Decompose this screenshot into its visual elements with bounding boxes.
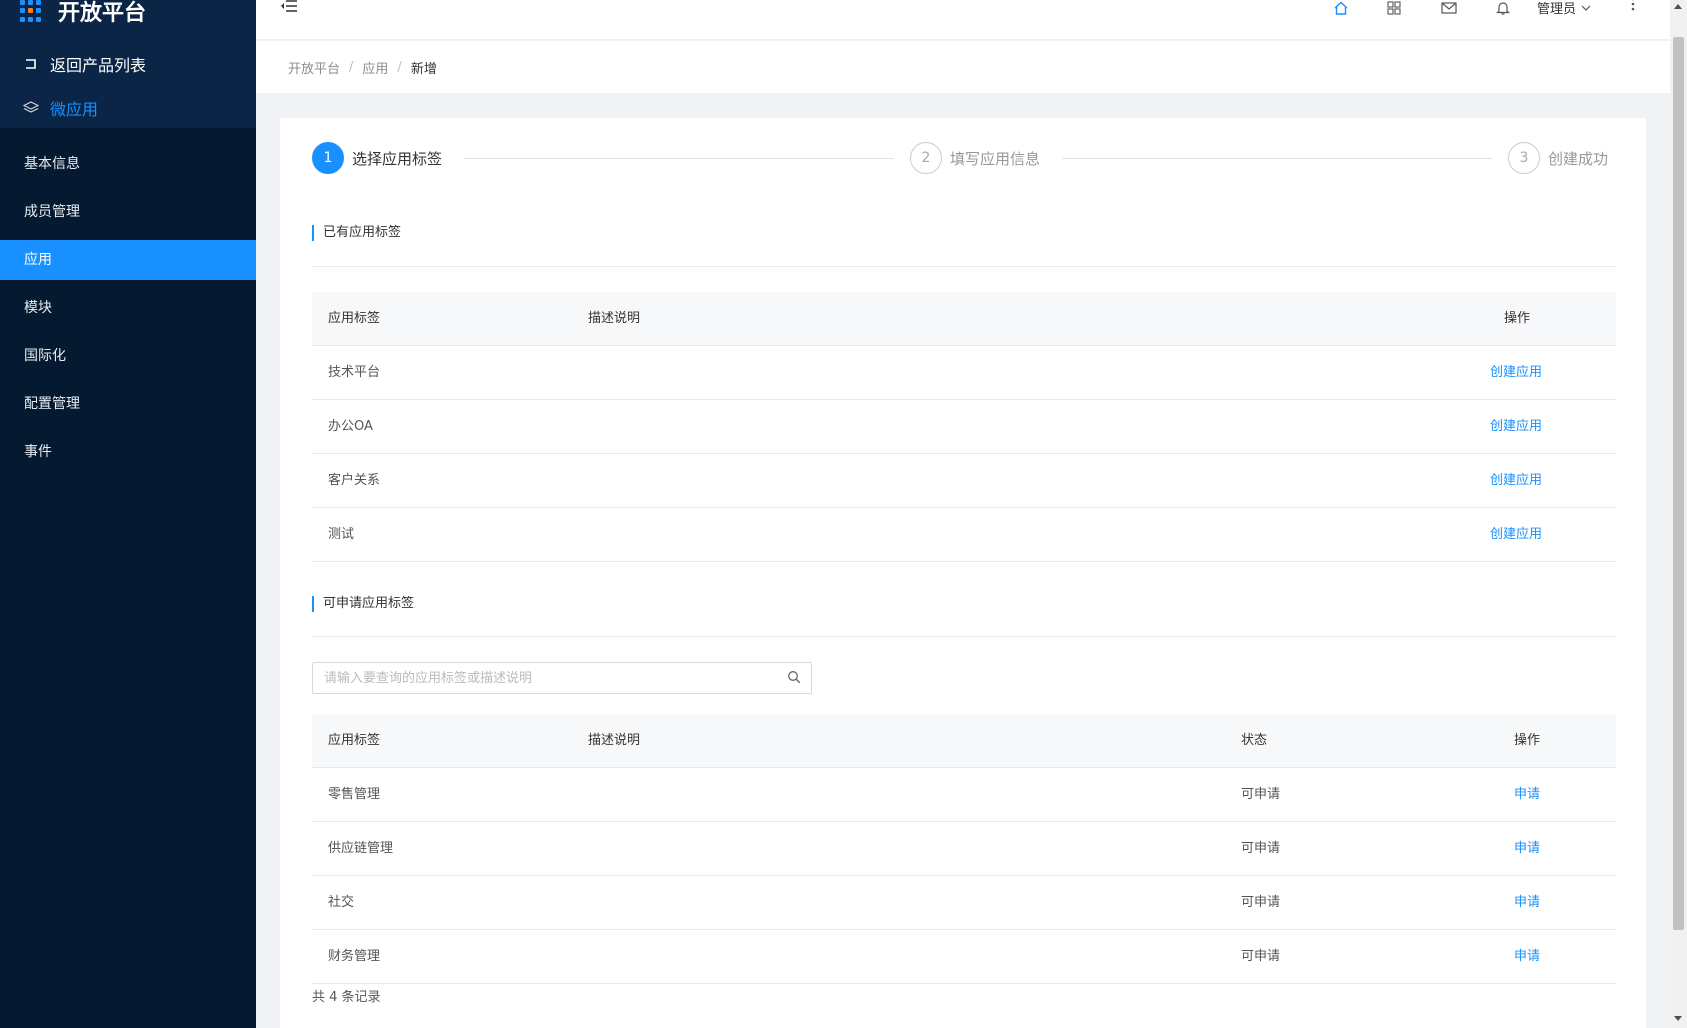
main-card: 1 选择应用标签 2 填写应用信息 3 创建成功 已有应用标签 应用标签 描述说… xyxy=(280,118,1646,1028)
available-tags-title: 可申请应用标签 xyxy=(312,596,414,612)
step-1-number: 1 xyxy=(312,142,344,174)
col-status-header: 状态 xyxy=(1241,733,1268,748)
table-row: 客户关系 创建应用 xyxy=(312,454,1616,508)
scroll-up-arrow-icon[interactable] xyxy=(1674,4,1682,9)
scroll-down-arrow-icon[interactable] xyxy=(1674,1016,1682,1021)
table-row: 供应链管理 可申请 申请 xyxy=(312,822,1616,876)
apply-link[interactable]: 申请 xyxy=(1514,822,1540,876)
step-2-title: 填写应用信息 xyxy=(950,149,1041,168)
existing-tags-table: 应用标签 描述说明 操作 技术平台 创建应用 办公OA 创建应用 客户关系 创建… xyxy=(312,292,1616,562)
col-action-header: 操作 xyxy=(1504,311,1531,326)
section-divider xyxy=(312,636,1616,637)
table-header: 应用标签 描述说明 操作 xyxy=(312,292,1616,346)
steps: 1 选择应用标签 2 填写应用信息 3 创建成功 xyxy=(312,142,1616,176)
row-tag: 社交 xyxy=(328,895,355,910)
tag-search-box[interactable] xyxy=(312,662,812,694)
micro-app-link[interactable]: 微应用 xyxy=(22,96,98,120)
row-status: 可申请 xyxy=(1241,949,1281,964)
breadcrumb-item-apps[interactable]: 应用 xyxy=(362,58,388,77)
sidebar-item-basic-info[interactable]: 基本信息 xyxy=(0,144,256,184)
col-desc-header: 描述说明 xyxy=(588,311,641,326)
top-header: 管理员 xyxy=(256,0,1670,40)
user-menu[interactable]: 管理员 xyxy=(1537,0,1591,17)
available-tags-table: 应用标签 描述说明 状态 操作 零售管理 可申请 申请 供应链管理 可申请 申请… xyxy=(312,714,1616,984)
create-app-link[interactable]: 创建应用 xyxy=(1490,346,1542,400)
apply-link[interactable]: 申请 xyxy=(1514,930,1540,984)
table-row: 零售管理 可申请 申请 xyxy=(312,768,1616,822)
row-tag: 供应链管理 xyxy=(328,841,394,856)
table-row: 技术平台 创建应用 xyxy=(312,346,1616,400)
page-scrollbar[interactable] xyxy=(1670,0,1687,1028)
app-title: 开放平台 xyxy=(58,1,147,26)
sidebar-item-events[interactable]: 事件 xyxy=(0,432,256,472)
table-row: 办公OA 创建应用 xyxy=(312,400,1616,454)
scrollbar-thumb[interactable] xyxy=(1673,37,1684,930)
logo-grid-icon xyxy=(20,0,42,22)
sidebar-item-members[interactable]: 成员管理 xyxy=(0,192,256,232)
chevron-down-icon xyxy=(1581,5,1591,11)
more-vertical-icon[interactable] xyxy=(1631,0,1635,15)
col-desc-header: 描述说明 xyxy=(588,733,641,748)
breadcrumb-item-current: 新增 xyxy=(410,61,437,77)
row-tag: 财务管理 xyxy=(328,949,381,964)
create-app-link[interactable]: 创建应用 xyxy=(1490,508,1542,562)
step-connector xyxy=(1062,158,1492,159)
sidebar: 开放平台 返回产品列表 微应用 基本信息 成员管理 应用 模块 国际化 配置管理… xyxy=(0,0,256,1028)
col-tag-header: 应用标签 xyxy=(328,733,381,748)
step-2-number: 2 xyxy=(910,142,942,174)
sidebar-menu: 基本信息 成员管理 应用 模块 国际化 配置管理 事件 xyxy=(0,144,256,480)
row-tag: 测试 xyxy=(328,527,355,542)
sidebar-item-config[interactable]: 配置管理 xyxy=(0,384,256,424)
step-1: 1 选择应用标签 xyxy=(312,142,457,174)
user-name: 管理员 xyxy=(1537,2,1577,17)
tag-search-input[interactable] xyxy=(313,663,773,693)
logo[interactable]: 开放平台 xyxy=(20,0,146,26)
step-1-title: 选择应用标签 xyxy=(352,149,443,168)
table-row: 测试 创建应用 xyxy=(312,508,1616,562)
sidebar-item-i18n[interactable]: 国际化 xyxy=(0,336,256,376)
apply-link[interactable]: 申请 xyxy=(1514,768,1540,822)
create-app-link[interactable]: 创建应用 xyxy=(1490,400,1542,454)
home-icon[interactable] xyxy=(1333,0,1349,17)
apps-grid-icon[interactable] xyxy=(1387,0,1401,17)
table-row: 社交 可申请 申请 xyxy=(312,876,1616,930)
table-header: 应用标签 描述说明 状态 操作 xyxy=(312,714,1616,768)
apply-link[interactable]: 申请 xyxy=(1514,876,1540,930)
step-3-title: 创建成功 xyxy=(1548,149,1609,168)
back-to-products-link[interactable]: 返回产品列表 xyxy=(22,52,146,76)
row-tag: 技术平台 xyxy=(328,365,381,380)
col-action-header: 操作 xyxy=(1514,733,1541,748)
table-row: 财务管理 可申请 申请 xyxy=(312,930,1616,984)
breadcrumb-separator: / xyxy=(349,59,354,75)
create-app-link[interactable]: 创建应用 xyxy=(1490,454,1542,508)
total-records: 共 4 条记录 xyxy=(312,990,381,1005)
col-tag-header: 应用标签 xyxy=(328,311,381,326)
return-icon xyxy=(22,57,40,71)
step-connector xyxy=(464,158,894,159)
breadcrumb-separator: / xyxy=(397,59,402,75)
row-tag: 零售管理 xyxy=(328,787,381,802)
sidebar-header: 开放平台 返回产品列表 微应用 xyxy=(0,0,256,128)
step-3: 3 创建成功 xyxy=(1508,142,1609,174)
sidebar-item-apps[interactable]: 应用 xyxy=(0,240,256,280)
search-icon[interactable] xyxy=(787,670,801,688)
sidebar-item-modules[interactable]: 模块 xyxy=(0,288,256,328)
row-tag: 办公OA xyxy=(328,419,373,434)
section-divider xyxy=(312,266,1616,267)
bell-icon[interactable] xyxy=(1496,0,1510,17)
row-status: 可申请 xyxy=(1241,841,1281,856)
mail-icon[interactable] xyxy=(1441,0,1457,17)
menu-collapse-icon[interactable] xyxy=(280,0,298,17)
breadcrumb: 开放平台 / 应用 / 新增 xyxy=(256,41,1670,93)
row-tag: 客户关系 xyxy=(328,473,381,488)
row-status: 可申请 xyxy=(1241,895,1281,910)
step-2: 2 填写应用信息 xyxy=(910,142,1055,174)
row-status: 可申请 xyxy=(1241,787,1281,802)
breadcrumb-item-platform[interactable]: 开放平台 xyxy=(288,58,340,77)
micro-app-label: 微应用 xyxy=(50,100,99,119)
step-3-number: 3 xyxy=(1508,142,1540,174)
existing-tags-title: 已有应用标签 xyxy=(312,225,401,241)
layers-icon xyxy=(22,101,40,115)
back-to-products-label: 返回产品列表 xyxy=(50,56,147,75)
